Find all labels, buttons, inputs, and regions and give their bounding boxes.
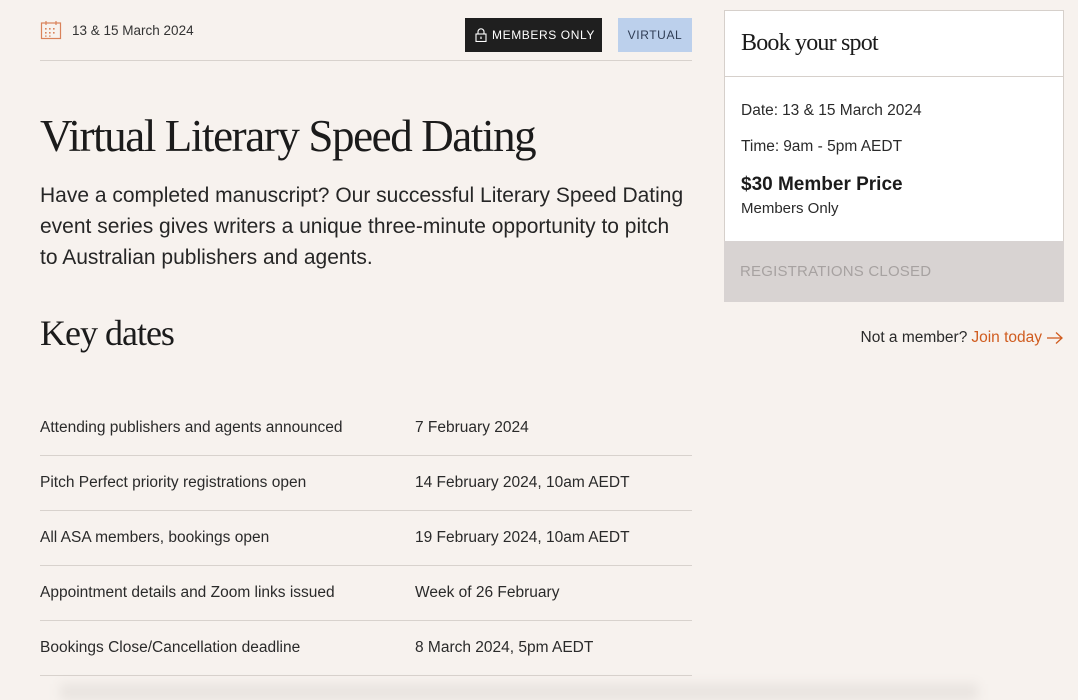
event-date: 13 & 15 March 2024 [40, 20, 194, 40]
calendar-icon [40, 20, 62, 40]
event-date-text: 13 & 15 March 2024 [72, 22, 194, 38]
key-date-value: Week of 26 February [415, 584, 560, 601]
key-date-row: Pitch Perfect priority registrations ope… [40, 456, 692, 511]
event-main: 13 & 15 March 2024 MEMBERS ONLY VIRTUAL … [40, 0, 692, 676]
booking-time: Time: 9am - 5pm AEDT [741, 138, 1047, 156]
members-only-tag: MEMBERS ONLY [465, 18, 602, 52]
join-today-label: Join today [971, 329, 1042, 346]
key-dates-table: Attending publishers and agents announce… [40, 401, 692, 676]
event-meta-row: 13 & 15 March 2024 MEMBERS ONLY VIRTUAL [40, 0, 692, 61]
join-today-link[interactable]: Join today [971, 329, 1064, 347]
price-note: Members Only [741, 200, 839, 217]
lock-icon [475, 28, 487, 42]
key-date-label: Attending publishers and agents announce… [40, 419, 343, 436]
key-date-row: Bookings Close/Cancellation deadline 8 M… [40, 621, 692, 676]
key-date-row: Appointment details and Zoom links issue… [40, 566, 692, 621]
booking-date-value: 13 & 15 March 2024 [782, 102, 922, 119]
virtual-tag: VIRTUAL [618, 18, 692, 52]
key-date-value: 14 February 2024, 10am AEDT [415, 474, 630, 491]
key-date-label: Bookings Close/Cancellation deadline [40, 639, 301, 656]
members-only-label: MEMBERS ONLY [492, 28, 595, 42]
booking-date-label: Date: [741, 102, 779, 119]
key-dates-heading: Key dates [40, 313, 175, 353]
key-date-value: 19 February 2024, 10am AEDT [415, 529, 630, 546]
key-date-value: 8 March 2024, 5pm AEDT [415, 639, 594, 656]
key-date-value: 7 February 2024 [415, 419, 529, 436]
arrow-right-icon [1046, 331, 1064, 345]
key-date-label: All ASA members, bookings open [40, 529, 270, 546]
bottom-shadow [60, 684, 978, 700]
booking-date: Date: 13 & 15 March 2024 [741, 102, 1047, 120]
booking-heading: Book your spot [725, 11, 1063, 77]
booking-card: Book your spot Date: 13 & 15 March 2024 T… [724, 10, 1064, 302]
key-date-label: Appointment details and Zoom links issue… [40, 584, 335, 601]
member-price: $30 Member Price [741, 174, 903, 195]
booking-details: Date: 13 & 15 March 2024 Time: 9am - 5pm A… [725, 77, 1063, 241]
key-date-label: Pitch Perfect priority registrations ope… [40, 474, 307, 491]
virtual-label: VIRTUAL [627, 28, 683, 42]
booking-time-value: 9am - 5pm AEDT [783, 138, 903, 155]
key-date-row: All ASA members, bookings open 19 Februa… [40, 511, 692, 566]
registrations-closed-button[interactable]: REGISTRATIONS CLOSED [724, 241, 1064, 302]
page-title: Virtual Literary Speed Dating [40, 111, 537, 161]
not-member-text: Not a member? [860, 329, 968, 346]
booking-time-label: Time: [741, 138, 780, 155]
event-intro: Have a completed manuscript? Our success… [40, 184, 684, 269]
key-date-row: Attending publishers and agents announce… [40, 401, 692, 456]
join-prompt: Not a member? Join today [724, 329, 1064, 347]
